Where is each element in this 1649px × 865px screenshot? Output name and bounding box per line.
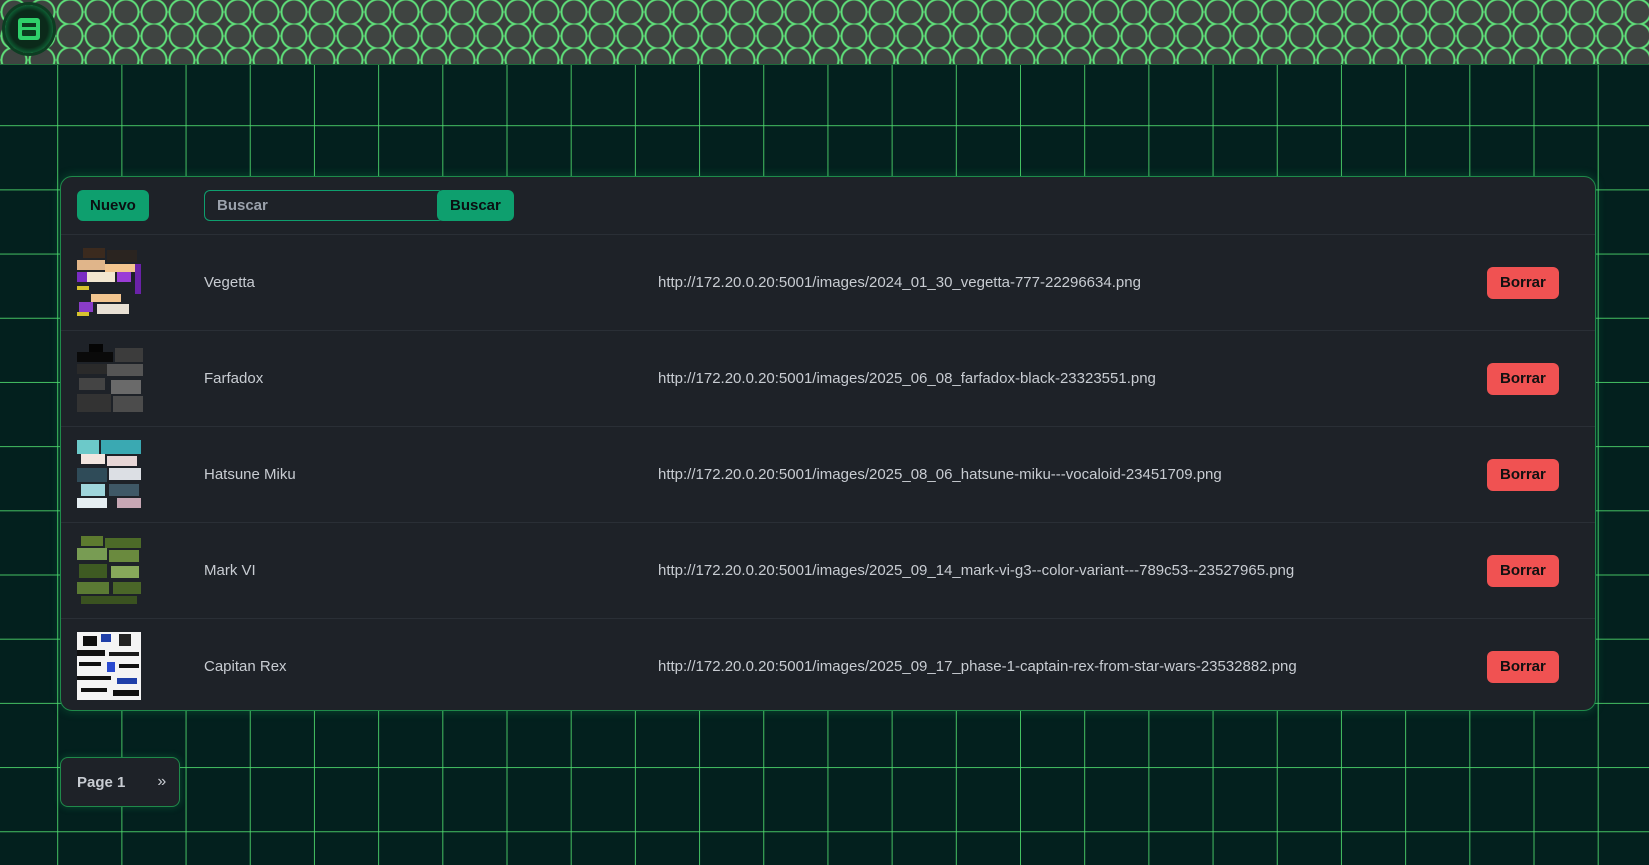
- delete-button[interactable]: Borrar: [1487, 267, 1559, 299]
- skin-url: http://172.20.0.20:5001/images/2025_08_0…: [658, 466, 1222, 483]
- skin-url: http://172.20.0.20:5001/images/2025_06_0…: [658, 370, 1156, 387]
- skin-url: http://172.20.0.20:5001/images/2025_09_1…: [658, 562, 1295, 579]
- table-row: Farfadox http://172.20.0.20:5001/images/…: [61, 331, 1595, 427]
- header-bar: [0, 0, 1649, 65]
- search-input[interactable]: [204, 190, 444, 221]
- toolbar: Nuevo Buscar: [61, 177, 1595, 235]
- table-row: Capitan Rex http://172.20.0.20:5001/imag…: [61, 619, 1595, 710]
- skin-thumbnail: [77, 440, 147, 510]
- creeper-logo-icon[interactable]: [5, 5, 53, 53]
- skin-name: Capitan Rex: [204, 658, 287, 675]
- skins-table-panel: Nuevo Buscar Vegetta http://172.20.0.20:…: [60, 176, 1596, 711]
- skin-url: http://172.20.0.20:5001/images/2024_01_3…: [658, 274, 1141, 291]
- next-page-button[interactable]: »: [157, 773, 166, 791]
- skin-name: Vegetta: [204, 274, 255, 291]
- search-button[interactable]: Buscar: [437, 190, 514, 221]
- skin-name: Farfadox: [204, 370, 264, 387]
- creeper-face-icon: [18, 18, 40, 40]
- skin-name: Mark VI: [204, 562, 256, 579]
- delete-button[interactable]: Borrar: [1487, 651, 1559, 683]
- delete-button[interactable]: Borrar: [1487, 555, 1559, 587]
- skin-thumbnail: [77, 536, 147, 606]
- skin-url: http://172.20.0.20:5001/images/2025_09_1…: [658, 658, 1297, 675]
- table-row: Vegetta http://172.20.0.20:5001/images/2…: [61, 235, 1595, 331]
- skin-thumbnail: [77, 248, 147, 318]
- delete-button[interactable]: Borrar: [1487, 363, 1559, 395]
- page-indicator: Page 1: [77, 773, 126, 791]
- skin-name: Hatsune Miku: [204, 466, 296, 483]
- skin-thumbnail: [77, 632, 147, 702]
- table-row: Mark VI http://172.20.0.20:5001/images/2…: [61, 523, 1595, 619]
- delete-button[interactable]: Borrar: [1487, 459, 1559, 491]
- new-button[interactable]: Nuevo: [77, 190, 149, 221]
- table-row: Hatsune Miku http://172.20.0.20:5001/ima…: [61, 427, 1595, 523]
- pagination: Page 1 »: [60, 757, 180, 807]
- skin-thumbnail: [77, 344, 147, 414]
